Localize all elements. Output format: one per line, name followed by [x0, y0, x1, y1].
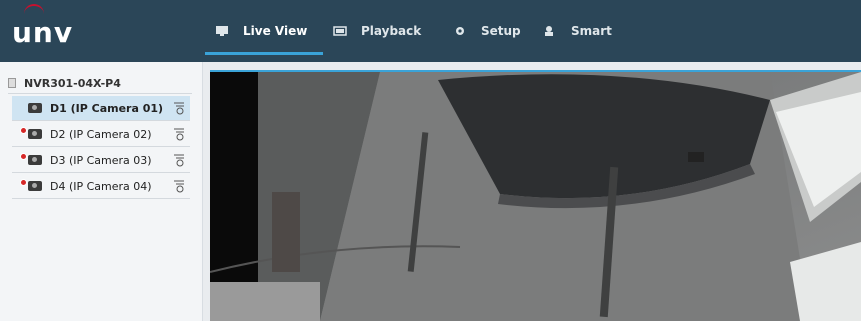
nav-label: Setup — [481, 24, 521, 38]
offline-status-icon — [20, 153, 27, 160]
offline-status-icon — [20, 179, 27, 186]
camera-label: D3 (IP Camera 03) — [50, 153, 152, 167]
offline-status-icon — [20, 127, 27, 134]
camera-icon — [28, 155, 42, 165]
nav-playback[interactable]: Playback — [323, 0, 443, 62]
divider — [12, 172, 190, 173]
nav-label: Live View — [243, 24, 308, 38]
record-settings-icon[interactable] — [172, 101, 186, 115]
gear-icon — [456, 27, 464, 35]
nav-live-view[interactable]: Live View — [205, 0, 323, 62]
brand-logo[interactable]: unv — [12, 16, 73, 49]
top-bar: unv Live View Playback Setup Smart — [0, 0, 861, 62]
nav-setup[interactable]: Setup — [443, 0, 533, 62]
divider — [12, 198, 190, 199]
monitor-icon — [216, 26, 228, 36]
device-tree-panel: NVR301-04X-P4 D1 (IP Camera 01) D2 (IP C… — [0, 62, 203, 321]
user-smart-icon — [545, 26, 553, 36]
nvr-icon — [8, 78, 16, 88]
camera-icon — [28, 129, 42, 139]
camera-item-d1[interactable]: D1 (IP Camera 01) — [12, 96, 190, 120]
camera-feed-image — [210, 72, 861, 321]
divider — [12, 146, 190, 147]
nav-smart[interactable]: Smart — [533, 0, 643, 62]
camera-label: D4 (IP Camera 04) — [50, 179, 152, 193]
camera-item-d4[interactable]: D4 (IP Camera 04) — [12, 174, 190, 198]
nav-label: Playback — [361, 24, 422, 38]
device-name: NVR301-04X-P4 — [24, 76, 121, 90]
record-settings-icon[interactable] — [172, 179, 186, 193]
device-node[interactable]: NVR301-04X-P4 — [8, 74, 121, 92]
camera-item-d3[interactable]: D3 (IP Camera 03) — [12, 148, 190, 172]
nav-label: Smart — [571, 24, 612, 38]
camera-icon — [28, 181, 42, 191]
logo-arc — [24, 4, 44, 14]
record-settings-icon[interactable] — [172, 127, 186, 141]
record-settings-icon[interactable] — [172, 153, 186, 167]
main-nav: Live View Playback Setup Smart — [205, 0, 643, 62]
divider — [12, 120, 190, 121]
live-video-view[interactable] — [210, 70, 861, 321]
film-icon — [333, 26, 347, 36]
divider — [8, 93, 192, 94]
camera-item-d2[interactable]: D2 (IP Camera 02) — [12, 122, 190, 146]
camera-icon — [28, 103, 42, 113]
camera-label: D2 (IP Camera 02) — [50, 127, 152, 141]
camera-label: D1 (IP Camera 01) — [50, 101, 164, 115]
